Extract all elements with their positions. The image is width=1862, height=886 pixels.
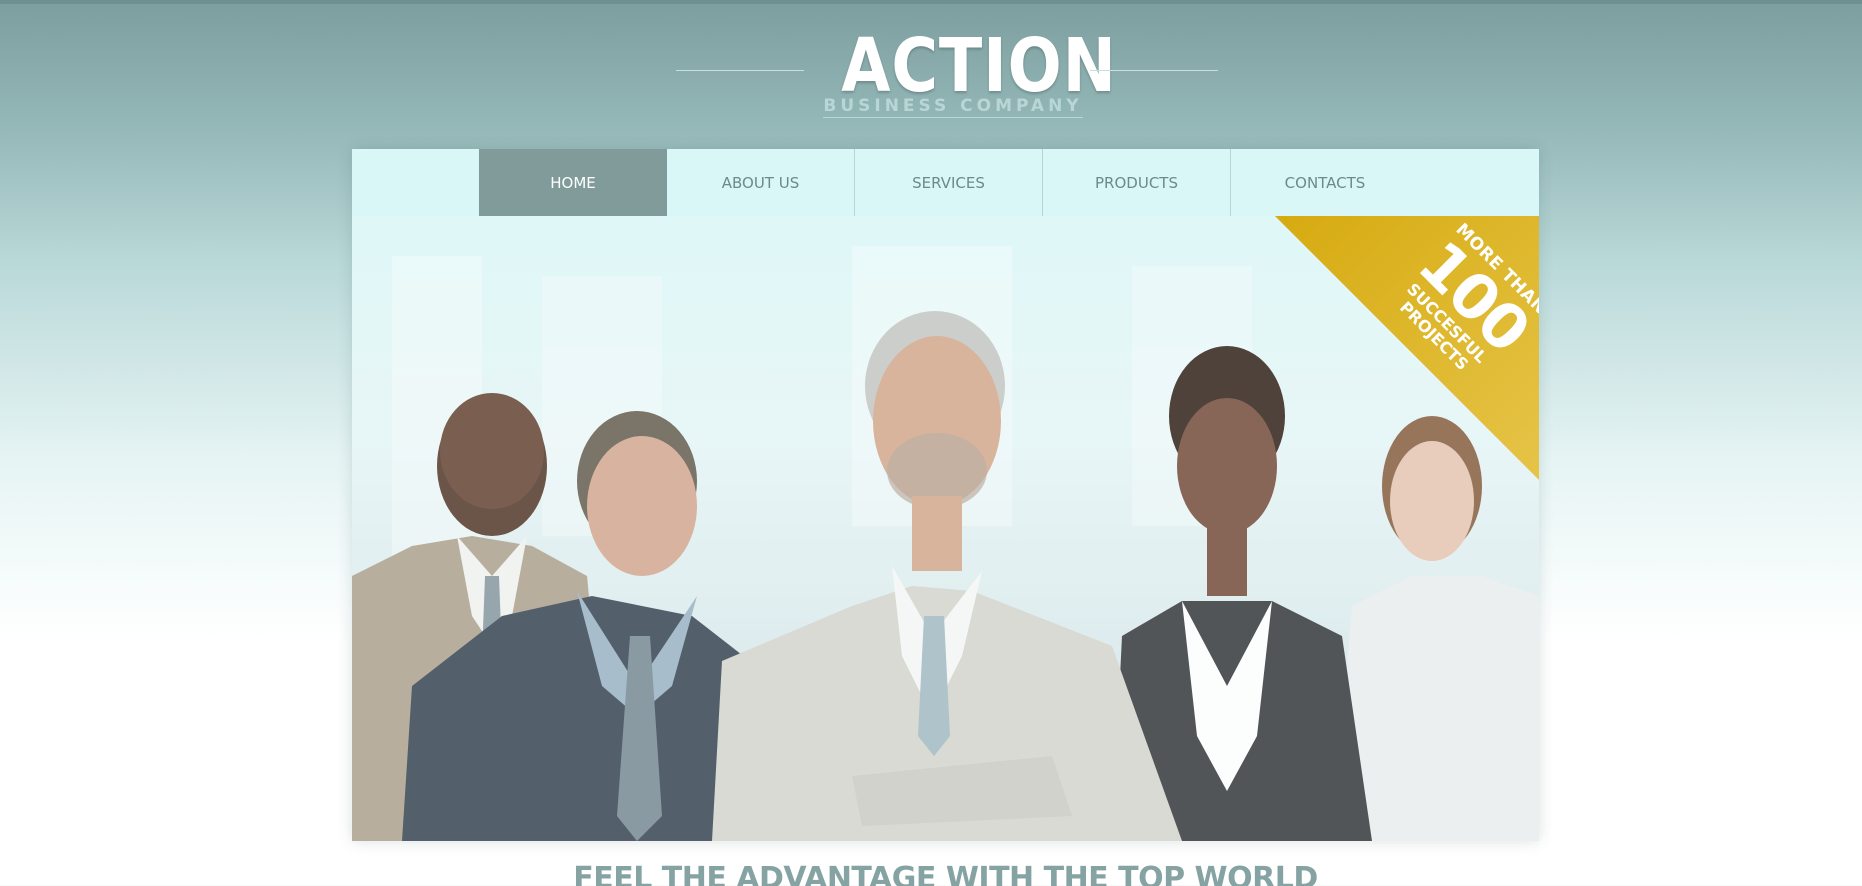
nav-item-services[interactable]: SERVICES: [855, 149, 1043, 216]
top-border: [0, 0, 1862, 4]
site-logo[interactable]: ACTION BUSINESS COMPANY: [676, 23, 1218, 128]
page-headline: FEEL THE ADVANTAGE WITH THE TOP WORLD: [573, 861, 1318, 886]
main-nav: HOME ABOUT US SERVICES PRODUCTS CONTACTS: [352, 149, 1539, 216]
nav-item-home[interactable]: HOME: [479, 149, 667, 216]
main-panel: HOME ABOUT US SERVICES PRODUCTS CONTACTS: [352, 149, 1539, 841]
logo-subtitle: BUSINESS COMPANY: [823, 96, 1083, 118]
nav-item-about-us[interactable]: ABOUT US: [667, 149, 855, 216]
projects-badge: MORE THAN 100 SUCCESFUL PROJECTS: [1275, 216, 1539, 480]
logo-title: ACTION: [841, 23, 1117, 109]
nav-item-products[interactable]: PRODUCTS: [1043, 149, 1231, 216]
logo-rule-left: [676, 70, 804, 71]
nav-item-contacts[interactable]: CONTACTS: [1231, 149, 1419, 216]
logo-rule-right: [1090, 70, 1218, 71]
